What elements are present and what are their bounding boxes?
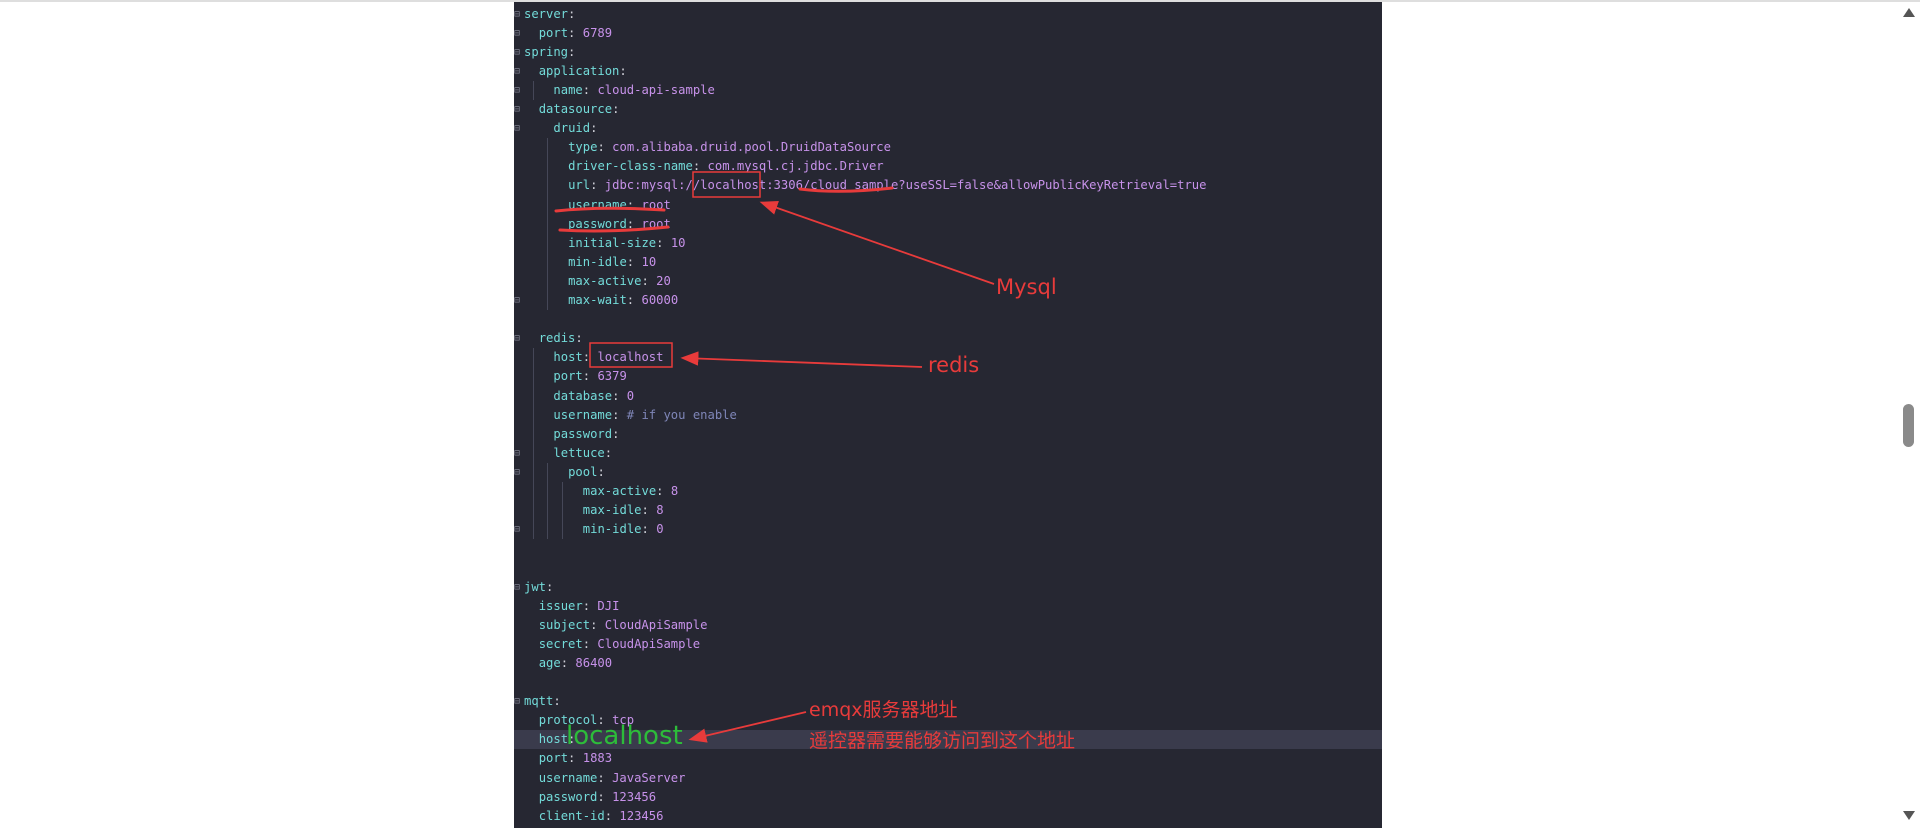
annotation-overlay (554, 171, 995, 743)
cloud-sample-underline (798, 186, 894, 193)
scroll-up-arrow-icon[interactable] (1903, 8, 1915, 17)
redis-host-box (589, 342, 673, 368)
username-underline (554, 206, 666, 213)
redis-arrow (680, 351, 923, 368)
emqx-arrow (688, 711, 807, 743)
mysql-arrow (759, 200, 995, 285)
scrollbar-thumb[interactable] (1903, 404, 1914, 447)
scroll-down-arrow-icon[interactable] (1903, 811, 1915, 820)
password-underline (558, 225, 670, 233)
url-localhost-box (692, 171, 761, 198)
